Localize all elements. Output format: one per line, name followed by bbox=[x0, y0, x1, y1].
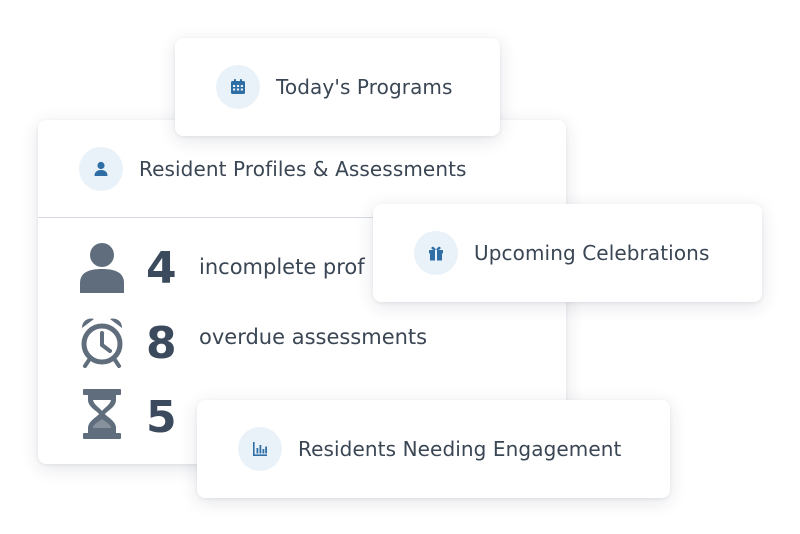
upcoming-celebrations-card[interactable]: Upcoming Celebrations bbox=[373, 204, 762, 302]
calendar-icon bbox=[216, 65, 260, 109]
todays-programs-card[interactable]: Today's Programs bbox=[175, 38, 500, 136]
stat-value: 8 bbox=[146, 318, 177, 369]
residents-needing-engagement-title: Residents Needing Engagement bbox=[298, 437, 622, 461]
person-icon bbox=[79, 146, 123, 191]
resident-profiles-title: Resident Profiles & Assessments bbox=[139, 156, 467, 181]
bar-chart-icon bbox=[238, 427, 282, 471]
stat-value: 4 bbox=[146, 243, 177, 294]
upcoming-celebrations-title: Upcoming Celebrations bbox=[474, 241, 710, 265]
stat-label: overdue assessments bbox=[199, 325, 428, 349]
hourglass-icon bbox=[83, 389, 121, 439]
alarm-clock-icon bbox=[81, 318, 123, 368]
stat-value: 5 bbox=[146, 392, 177, 443]
residents-needing-engagement-card[interactable]: Residents Needing Engagement bbox=[197, 400, 670, 498]
stat-label: incomplete prof bbox=[199, 255, 365, 279]
gift-icon bbox=[414, 231, 458, 275]
person-silhouette-icon bbox=[80, 243, 124, 293]
todays-programs-title: Today's Programs bbox=[276, 75, 453, 99]
